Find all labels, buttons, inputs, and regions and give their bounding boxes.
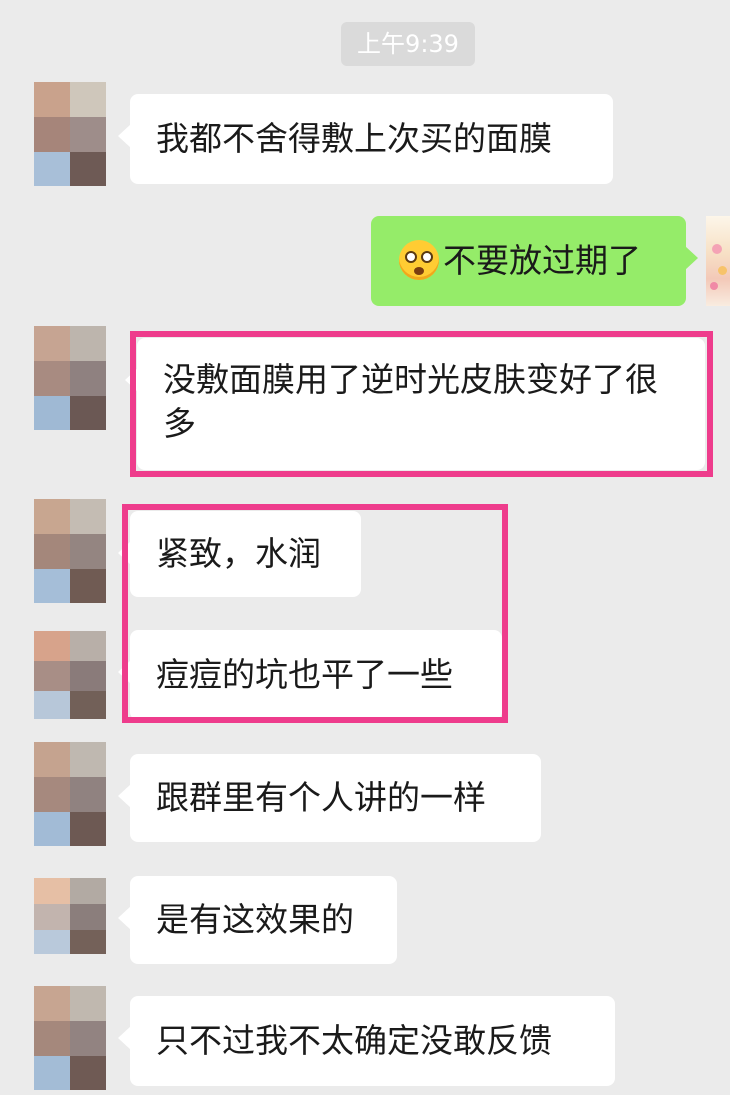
timestamp-badge: 上午9:39 <box>341 22 475 66</box>
contact-avatar[interactable] <box>34 986 106 1090</box>
contact-avatar[interactable] <box>34 878 106 954</box>
message-bubble[interactable]: 我都不舍得敷上次买的面膜 <box>118 94 613 184</box>
contact-avatar[interactable] <box>34 742 106 846</box>
message-bubble[interactable]: 跟群里有个人讲的一样 <box>118 754 541 842</box>
contact-avatar[interactable] <box>34 499 106 603</box>
message-bubble[interactable]: 只不过我不太确定没敢反馈 <box>118 996 615 1086</box>
self-avatar[interactable] <box>706 216 730 306</box>
message-bubble[interactable]: 紧致，水润 <box>118 511 361 597</box>
message-bubble-outgoing[interactable]: 不要放过期了 <box>371 216 698 306</box>
message-text-line: 多 <box>163 404 196 443</box>
message-text-line: 没敷面膜用了逆时光皮肤变好了很 <box>163 360 658 399</box>
message-text: 痘痘的坑也平了一些 <box>156 655 453 694</box>
shocked-face-icon <box>399 240 439 280</box>
message-bubble[interactable]: 没敷面膜用了逆时光皮肤变好了很 多 <box>125 338 705 470</box>
message-text: 我都不舍得敷上次买的面膜 <box>156 119 552 158</box>
message-text: 跟群里有个人讲的一样 <box>156 778 486 817</box>
message-text: 紧致，水润 <box>156 534 321 573</box>
message-text: 是有这效果的 <box>156 900 354 939</box>
message-bubble[interactable]: 是有这效果的 <box>118 876 397 964</box>
contact-avatar[interactable] <box>34 326 106 430</box>
message-bubble[interactable]: 痘痘的坑也平了一些 <box>118 630 502 720</box>
contact-avatar[interactable] <box>34 631 106 719</box>
message-text: 不要放过期了 <box>443 241 641 280</box>
message-text: 只不过我不太确定没敢反馈 <box>156 1021 552 1060</box>
contact-avatar[interactable] <box>34 82 106 186</box>
